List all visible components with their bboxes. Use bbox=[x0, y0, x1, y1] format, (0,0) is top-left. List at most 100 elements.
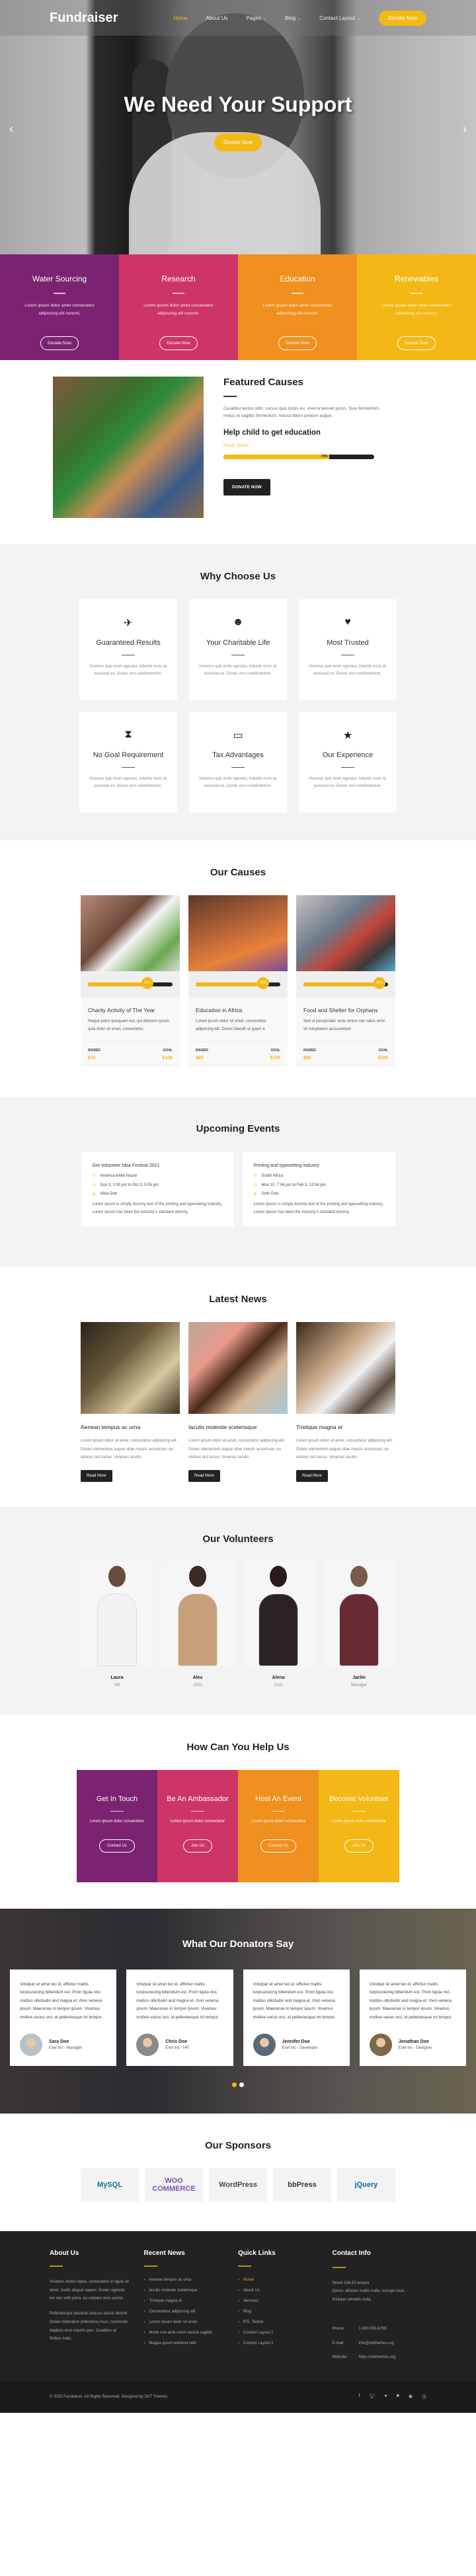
sponsor-logo[interactable]: jQuery bbox=[337, 2168, 395, 2201]
help-box-button[interactable]: Contact Us bbox=[99, 1839, 135, 1853]
donate-button[interactable]: Donate Now bbox=[40, 336, 79, 350]
volunteer-figure bbox=[339, 1593, 379, 1666]
news-card: Tristique magna et Lorem ipsum dolor sit … bbox=[296, 1322, 395, 1482]
help-box-button[interactable]: Join Us bbox=[344, 1839, 374, 1853]
hero-donate-button[interactable]: Donate Now bbox=[214, 133, 262, 151]
news-title[interactable]: Aenean tempus ac urna bbox=[81, 1424, 180, 1430]
contact-address-line: Street 238,52 tempor bbox=[332, 2281, 370, 2285]
recent-news-link[interactable]: Iaculis molestie scelerisque bbox=[144, 2289, 239, 2293]
news-image bbox=[296, 1322, 395, 1414]
event-person-text: Alisa Doe bbox=[100, 1192, 118, 1196]
cause-text: Sed ut perspiciatis unde omnis iste natu… bbox=[303, 1017, 388, 1042]
donate-button[interactable]: Donate Now bbox=[278, 336, 317, 350]
nav-item-contact-layout[interactable]: Contact Layout ⌄ bbox=[319, 15, 360, 21]
quick-link[interactable]: About Us bbox=[238, 2289, 333, 2293]
nav-donate-button[interactable]: Donate Now bbox=[378, 10, 426, 26]
recent-news-link[interactable]: Morbi non ante lorem lacinia sagittis bbox=[144, 2331, 239, 2335]
slider-next-icon[interactable]: › bbox=[463, 122, 467, 136]
quick-link[interactable]: RTL Tested bbox=[238, 2320, 333, 2324]
goal-label: GOAL bbox=[270, 1049, 280, 1052]
donate-button[interactable]: Donate Now bbox=[397, 336, 436, 350]
quick-link[interactable]: Services bbox=[238, 2299, 333, 2303]
avatar bbox=[20, 2034, 42, 2056]
recent-news-link[interactable]: Consectetur adipiscing elit bbox=[144, 2310, 239, 2314]
cause-card: 90% Food and Shelter for Orphans Sed ut pe… bbox=[296, 895, 395, 1067]
quick-link[interactable]: Blog bbox=[238, 2310, 333, 2314]
event-title[interactable]: Get Volunteer Idea Festival 2021 bbox=[93, 1163, 223, 1168]
volunteer-name: Laura bbox=[110, 1675, 124, 1680]
donate-button[interactable]: Donate Now bbox=[159, 336, 198, 350]
twitter-icon[interactable]: 🐦︎ bbox=[370, 2394, 376, 2400]
quick-link[interactable]: Home bbox=[238, 2278, 333, 2282]
carousel-dots bbox=[10, 2082, 466, 2087]
goal-block: GOAL $100 bbox=[377, 1049, 388, 1060]
author-name: Jonathan Doe bbox=[398, 2040, 430, 2044]
author-meta: Chris Doe Exel Inc - HR bbox=[165, 2040, 188, 2050]
service-box-text: Lorem ipsum dolor amet consectetur adipi… bbox=[143, 303, 214, 316]
email-value[interactable]: info@sktthemes.org bbox=[359, 2339, 396, 2354]
event-card: Printing and typesetting industry ⚲ South … bbox=[242, 1152, 395, 1226]
sponsor-logo[interactable]: bbPress bbox=[273, 2168, 331, 2201]
footer-about-text: Pellentesque placerat urna eu iaculis di… bbox=[50, 2312, 129, 2341]
avatar bbox=[136, 2034, 159, 2056]
linkedin-icon[interactable]: ■ bbox=[397, 2394, 399, 2400]
cause-title[interactable]: Charity Activity of The Year bbox=[88, 1007, 173, 1013]
volunteer-card: Alena CCO bbox=[242, 1560, 315, 1687]
help-box-text: Lorem ipsum dolor consectetur bbox=[251, 1819, 306, 1823]
phone-value[interactable]: 1.800.555.6789 bbox=[359, 2325, 396, 2339]
service-box-text: Lorem ipsum dolor amet consectetur adipi… bbox=[262, 303, 333, 316]
nav-item-blog[interactable]: Blog ⌄ bbox=[285, 15, 301, 21]
read-more-button[interactable]: Read More bbox=[296, 1469, 328, 1482]
service-box-text: Lorem ipsum dolor amet consectetur adipi… bbox=[381, 303, 452, 316]
slider-prev-icon[interactable]: ‹ bbox=[9, 122, 13, 136]
cause-title[interactable]: Education in Africa bbox=[196, 1007, 280, 1013]
volunteer-name: Jaclin bbox=[352, 1675, 366, 1680]
goal-value: $100 bbox=[377, 1056, 388, 1060]
service-box-renewables: Renewables Lorem ipsum dolor amet consec… bbox=[357, 254, 476, 360]
recent-news-link[interactable]: Lorem ipsum dolor sit amet bbox=[144, 2320, 239, 2324]
site-logo[interactable]: Fundraiser bbox=[50, 11, 118, 26]
nav-item-home[interactable]: Home bbox=[173, 15, 187, 21]
read-more-button[interactable]: Read More bbox=[188, 1469, 220, 1482]
cause-title[interactable]: Food and Shelter for Orphans bbox=[303, 1007, 388, 1013]
news-title[interactable]: Tristique magna et bbox=[296, 1424, 395, 1430]
help-box-button[interactable]: Contact Us bbox=[260, 1839, 296, 1853]
facebook-icon[interactable]: f bbox=[359, 2394, 360, 2400]
clock-icon: ◷ bbox=[253, 1183, 257, 1187]
skype-icon[interactable]: Ⓢ bbox=[422, 2394, 426, 2400]
featured-donate-button[interactable]: DONATE NOW bbox=[223, 479, 270, 496]
news-title[interactable]: Iaculis molestie scelerisque bbox=[188, 1424, 288, 1430]
divider bbox=[173, 293, 184, 294]
map-marker-icon: ⚲ bbox=[253, 1174, 257, 1178]
google-plus-icon[interactable]: ● bbox=[384, 2394, 387, 2400]
sponsors-grid: MySQL WOO COMMERCE WordPress bbPress jQuery bbox=[0, 2168, 476, 2201]
recent-news-link[interactable]: Tristique magna et bbox=[144, 2299, 239, 2303]
help-box-title: Host An Event bbox=[255, 1794, 301, 1803]
pinterest-icon[interactable]: ◉ bbox=[409, 2394, 413, 2400]
read-more-button[interactable]: Read More bbox=[81, 1469, 112, 1482]
volunteer-card: Laura HR bbox=[81, 1560, 153, 1687]
nav-item-about[interactable]: About Us bbox=[206, 15, 227, 21]
raised-goal: RAISED $90 GOAL $100 bbox=[303, 1049, 388, 1060]
featured-text: Curabitur lectus nibh, cursus quis turpi… bbox=[223, 406, 380, 418]
why-card-text: Vivamus quis enim egestas, lobortis nunc… bbox=[89, 777, 168, 788]
website-value[interactable]: https://sktthemes.org bbox=[359, 2353, 396, 2368]
event-location-text: South Africa bbox=[261, 1173, 283, 1178]
carousel-dot[interactable] bbox=[239, 2082, 244, 2087]
help-box-button[interactable]: Join Us bbox=[182, 1839, 212, 1853]
chevron-down-icon: ⌄ bbox=[263, 17, 267, 21]
volunteer-role: CCO bbox=[274, 1683, 283, 1687]
sponsor-logo[interactable]: WOO COMMERCE bbox=[145, 2168, 203, 2201]
recent-news-link[interactable]: Aenean tempus ac urna bbox=[144, 2278, 239, 2282]
chevron-down-icon: ⌄ bbox=[356, 17, 360, 21]
recent-news-link[interactable]: Magna ipsum eleifend velit bbox=[144, 2341, 239, 2345]
event-text: Lorem Ipsum is simply dummy text of the … bbox=[253, 1202, 384, 1214]
nav-item-pages[interactable]: Pages ⌄ bbox=[246, 15, 266, 21]
quick-link[interactable]: Contact Layout 1 bbox=[238, 2331, 333, 2335]
event-title[interactable]: Printing and typesetting industry bbox=[254, 1163, 384, 1168]
sponsor-logo[interactable]: MySQL bbox=[81, 2168, 139, 2201]
quick-link[interactable]: Contact Layout 2 bbox=[238, 2341, 333, 2345]
sponsor-logo[interactable]: WordPress bbox=[209, 2168, 267, 2201]
why-card: ✈ Guaranteed Results Vivamus quis enim ege… bbox=[79, 599, 177, 700]
carousel-dot[interactable] bbox=[232, 2082, 237, 2087]
